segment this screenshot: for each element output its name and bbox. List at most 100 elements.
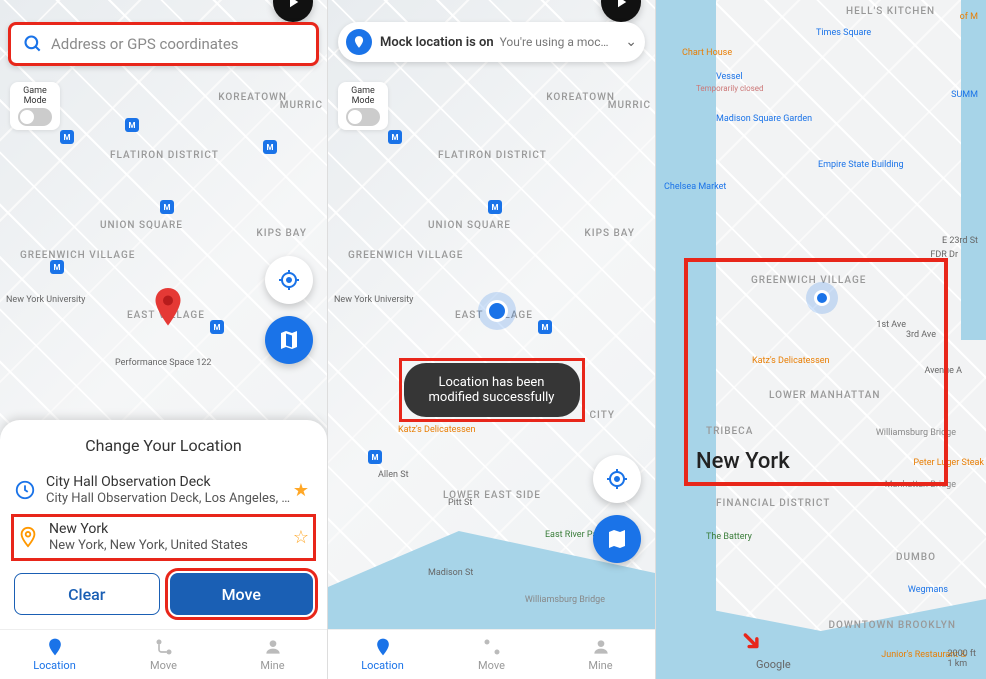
street-label: 3rd Ave	[906, 330, 936, 340]
panel-search: KOREATOWN FLATIRON DISTRICT UNION SQUARE…	[0, 0, 328, 679]
street-label: FDR Dr	[930, 250, 958, 260]
area-label: GREENWICH VILLAGE	[348, 250, 463, 261]
area-label: KIPS BAY	[584, 228, 635, 239]
map-attribution: Google	[756, 658, 791, 671]
current-location-dot	[814, 290, 830, 306]
metro-icon: M	[50, 260, 64, 274]
pin-icon	[352, 35, 366, 49]
toggle-switch[interactable]	[18, 108, 52, 126]
poi-label: SUMM	[951, 90, 978, 100]
area-label: HELL'S KITCHEN	[846, 6, 935, 17]
area-label: DUMBO	[896, 552, 936, 563]
panel-google-maps: HELL'S KITCHEN Times Square Chart House …	[656, 0, 986, 679]
game-mode-toggle[interactable]: Game Mode	[10, 82, 60, 130]
star-icon[interactable]: ★	[293, 480, 309, 501]
game-mode-toggle[interactable]: Game Mode	[338, 82, 388, 130]
map-background[interactable]: HELL'S KITCHEN Times Square Chart House …	[656, 0, 986, 679]
map-icon	[277, 328, 301, 352]
metro-icon: M	[160, 200, 174, 214]
poi-label: Madison Square Garden	[716, 114, 812, 124]
mock-dot-icon	[346, 29, 372, 55]
location-icon	[45, 637, 65, 657]
location-item[interactable]: City Hall Observation Deck City Hall Obs…	[14, 467, 313, 514]
poi-label: Performance Space 122	[115, 358, 211, 368]
location-item[interactable]: New York New York, New York, United Stat…	[11, 514, 316, 561]
location-title: City Hall Observation Deck	[46, 473, 313, 491]
map-icon	[605, 527, 629, 551]
clear-button[interactable]: Clear	[14, 573, 160, 615]
nav-mine[interactable]: Mine	[218, 630, 327, 679]
nav-label: Mine	[588, 659, 612, 672]
scale-km: 1 km	[947, 659, 976, 669]
search-box[interactable]	[8, 22, 319, 66]
metro-icon: M	[368, 450, 382, 464]
locate-button[interactable]	[265, 256, 313, 304]
person-icon	[263, 637, 283, 657]
poi-label: Katz's Delicatessen	[398, 425, 475, 435]
area-label: MURRIC	[608, 100, 651, 111]
poi-label: Manhattan Bridge	[885, 480, 956, 490]
route-icon	[154, 637, 174, 657]
poi-label: Vessel	[716, 72, 743, 82]
area-label: DOWNTOWN BROOKLYN	[829, 620, 956, 631]
move-button[interactable]: Move	[170, 573, 314, 615]
nav-label: Location	[361, 659, 404, 672]
map-mode-button[interactable]	[265, 316, 313, 364]
pin-icon	[17, 526, 39, 548]
search-icon	[23, 34, 43, 54]
mock-location-bar[interactable]: Mock location is on You're using a moc… …	[338, 22, 645, 62]
nav-move[interactable]: Move	[109, 630, 218, 679]
location-icon	[373, 637, 393, 657]
map-mode-button[interactable]	[593, 515, 641, 563]
star-icon[interactable]: ☆	[293, 527, 309, 548]
nav-location[interactable]: Location	[328, 630, 437, 679]
poi-label: The Battery	[706, 532, 752, 542]
nav-label: Location	[33, 659, 76, 672]
scale-ft: 2000 ft	[947, 649, 976, 659]
toast: Location has been modified successfully	[404, 363, 580, 417]
poi-label: Pitt St	[448, 498, 472, 508]
water	[656, 0, 716, 679]
water	[961, 0, 986, 340]
crosshair-icon	[277, 268, 301, 292]
game-mode-label: Game Mode	[14, 86, 56, 106]
sheet-title: Change Your Location	[14, 436, 313, 455]
poi-label: Chelsea Market	[664, 182, 726, 192]
metro-icon: M	[538, 320, 552, 334]
area-label: UNION SQUARE	[100, 220, 183, 231]
button-row: Clear Move	[14, 573, 313, 615]
metro-icon: M	[488, 200, 502, 214]
game-mode-label: Game Mode	[342, 86, 384, 106]
poi-label: Allen St	[378, 470, 409, 480]
locate-button[interactable]	[593, 455, 641, 503]
area-label: GREENWICH VILLAGE	[20, 250, 135, 261]
nav-mine[interactable]: Mine	[546, 630, 655, 679]
nav-label: Move	[150, 659, 177, 672]
poi-label: Williamsburg Bridge	[525, 595, 605, 605]
area-label: UNION SQUARE	[428, 220, 511, 231]
bottom-sheet: Change Your Location City Hall Observati…	[0, 420, 327, 629]
navbar: Location Move Mine	[328, 629, 655, 679]
toggle-switch[interactable]	[346, 108, 380, 126]
panel-confirm: KOREATOWN FLATIRON DISTRICT UNION SQUARE…	[328, 0, 656, 679]
location-title: New York	[49, 520, 310, 538]
poi-label: New York University	[6, 295, 85, 305]
route-icon	[482, 637, 502, 657]
area-label: FLATIRON DISTRICT	[110, 150, 219, 161]
metro-icon: M	[125, 118, 139, 132]
nav-location[interactable]: Location	[0, 630, 109, 679]
nav-move[interactable]: Move	[437, 630, 546, 679]
poi-label: Temporarily closed	[696, 84, 764, 93]
metro-icon: M	[60, 130, 74, 144]
current-location-dot	[486, 300, 508, 322]
area-label: LOWER MANHATTAN	[769, 390, 881, 401]
poi-label: Times Square	[816, 28, 871, 38]
mock-sub: You're using a moc…	[500, 35, 609, 49]
area-label: KIPS BAY	[256, 228, 307, 239]
toast-highlight: Location has been modified successfully	[399, 358, 585, 422]
location-sub: City Hall Observation Deck, Los Angeles,…	[46, 491, 313, 508]
navbar: Location Move Mine	[0, 629, 327, 679]
poi-label: Katz's Delicatessen	[752, 356, 829, 366]
poi-label: Madison St	[428, 568, 473, 578]
search-input[interactable]	[51, 35, 304, 53]
